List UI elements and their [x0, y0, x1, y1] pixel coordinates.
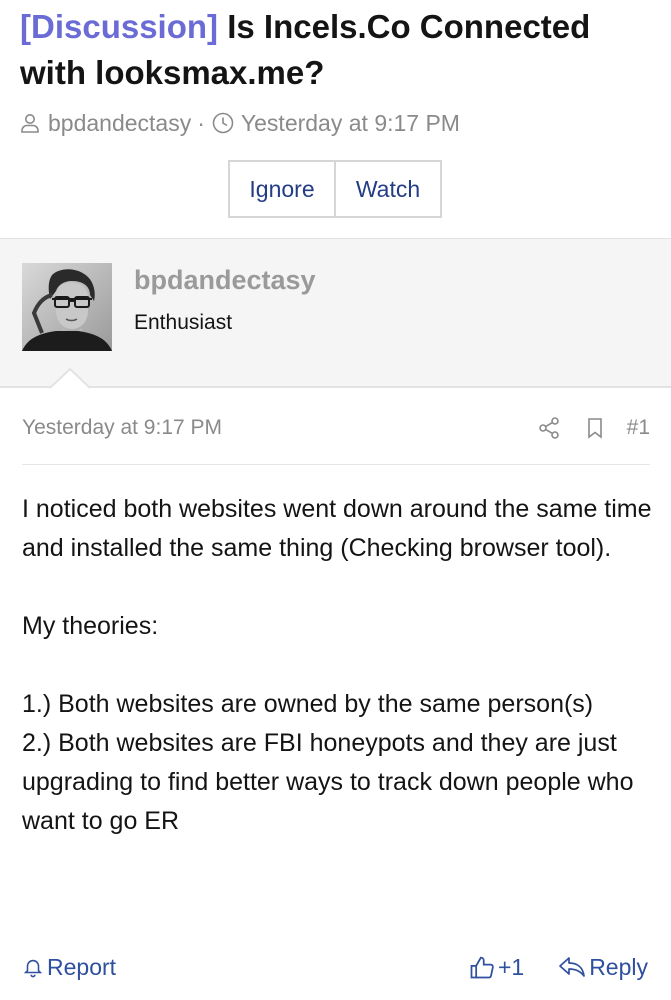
thread-prefix[interactable]: [Discussion]	[20, 8, 218, 45]
ignore-button[interactable]: Ignore	[228, 160, 336, 218]
thread-header: [Discussion] Is Incels.Co Connected with…	[0, 0, 671, 238]
post-user-panel: bpdandectasy Enthusiast	[0, 238, 671, 388]
post-paragraph: My theories:	[22, 612, 159, 640]
thread-date[interactable]: Yesterday at 9:17 PM	[241, 110, 460, 137]
report-button[interactable]: Report	[22, 948, 116, 986]
bookmark-icon[interactable]	[583, 416, 607, 440]
meta-separator: ·	[197, 109, 205, 136]
report-label: Report	[47, 953, 117, 980]
post-body: I noticed both websites went down around…	[22, 490, 652, 841]
post-paragraph: 1.) Both websites are owned by the same …	[22, 690, 594, 718]
like-button[interactable]: +1	[468, 948, 524, 986]
message-arrow	[50, 367, 90, 389]
post-meta: Yesterday at 9:17 PM #1	[22, 411, 650, 445]
post-paragraph: 2.) Both websites are FBI honeypots and …	[22, 729, 634, 835]
thread-buttons: Ignore Watch	[228, 160, 442, 218]
reply-button[interactable]: Reply	[558, 948, 648, 986]
thread-meta: bpdandectasy · Yesterday at 9:17 PM	[18, 106, 460, 140]
thread-author[interactable]: bpdandectasy	[48, 110, 191, 137]
post-paragraph: I noticed both websites went down around…	[22, 495, 652, 562]
post-number[interactable]: #1	[627, 416, 650, 440]
thumbs-up-icon	[468, 953, 496, 981]
clock-icon	[211, 111, 235, 135]
avatar[interactable]	[22, 263, 112, 351]
post-footer: Report +1 Reply	[22, 948, 650, 986]
post-divider	[22, 464, 650, 465]
post-username[interactable]: bpdandectasy	[134, 265, 316, 296]
reply-icon	[558, 955, 586, 979]
post-date[interactable]: Yesterday at 9:17 PM	[22, 416, 222, 440]
bell-icon	[22, 956, 44, 978]
user-title: Enthusiast	[134, 311, 233, 334]
like-count: +1	[498, 953, 525, 980]
post-actions-top: #1	[537, 411, 650, 445]
watch-button[interactable]: Watch	[334, 160, 442, 218]
reply-label: Reply	[589, 953, 648, 980]
share-icon[interactable]	[537, 416, 561, 440]
thread-title: [Discussion] Is Incels.Co Connected with…	[20, 4, 660, 96]
user-icon	[18, 111, 42, 135]
